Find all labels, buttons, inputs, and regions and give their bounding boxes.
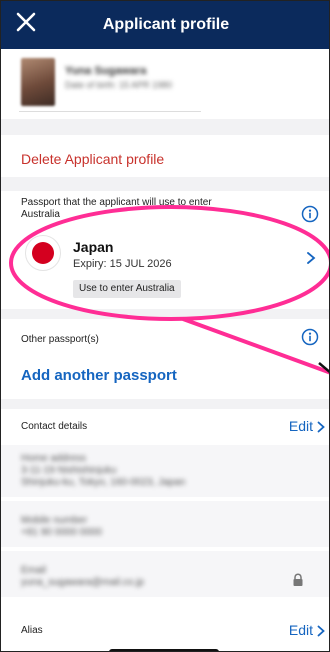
use-to-enter-badge: Use to enter Australia bbox=[73, 280, 181, 298]
address-label: Home address bbox=[21, 453, 87, 464]
flag-circle bbox=[32, 242, 54, 264]
other-passports-label: Other passport(s) bbox=[21, 334, 99, 345]
section-gap bbox=[1, 399, 329, 409]
profile-summary: Yuna Sugawara Date of birth: 15 APR 1980 bbox=[1, 49, 329, 119]
alias-edit-link[interactable]: Edit bbox=[289, 622, 313, 638]
mobile-block: Mobile number +81 90 0000 0000 bbox=[1, 501, 329, 547]
page-title: Applicant profile bbox=[102, 16, 230, 33]
chevron-right-icon[interactable] bbox=[305, 251, 317, 265]
top-bar: Applicant profile bbox=[1, 1, 329, 49]
alias-row: Alias Edit bbox=[1, 603, 329, 651]
address-line1: 3-11-19 Nishishinjuku bbox=[21, 465, 117, 476]
section-gap bbox=[1, 309, 329, 319]
contact-details-label: Contact details bbox=[21, 421, 88, 432]
address-block: Home address 3-11-19 Nishishinjuku Shinj… bbox=[1, 445, 329, 497]
primary-passport-label: Passport that the applicant will use to … bbox=[21, 197, 212, 220]
applicant-dob: Date of birth: 15 APR 1980 bbox=[65, 80, 173, 90]
japan-flag-icon bbox=[25, 235, 61, 271]
passport-country[interactable]: Japan bbox=[73, 239, 113, 255]
section-gap bbox=[1, 177, 329, 191]
section-gap bbox=[1, 119, 329, 135]
info-icon[interactable] bbox=[301, 205, 319, 223]
info-icon[interactable] bbox=[301, 328, 319, 346]
avatar bbox=[21, 58, 55, 106]
applicant-profile-screen: Applicant profile Yuna Sugawara Date of … bbox=[0, 0, 330, 652]
chevron-right-icon[interactable] bbox=[317, 421, 325, 433]
primary-passport-section: Passport that the applicant will use to … bbox=[1, 191, 329, 309]
delete-profile-link[interactable]: Delete Applicant profile bbox=[21, 151, 164, 167]
email-block: Email yuna_sugawara@mail.co.jp bbox=[1, 551, 329, 597]
mobile-value: +81 90 0000 0000 bbox=[21, 527, 102, 538]
other-passports-section: Other passport(s) Add another passport bbox=[1, 319, 329, 399]
lock-icon bbox=[293, 573, 303, 586]
email-value: yuna_sugawara@mail.co.jp bbox=[21, 577, 144, 588]
divider bbox=[19, 111, 201, 112]
address-line2: Shinjuku-ku, Tokyo, 160-0023, Japan bbox=[21, 477, 186, 488]
contact-details-header: Contact details Edit bbox=[1, 409, 329, 443]
alias-label: Alias bbox=[21, 625, 43, 636]
email-label: Email bbox=[21, 565, 47, 576]
mobile-label: Mobile number bbox=[21, 515, 88, 526]
contact-edit-link[interactable]: Edit bbox=[289, 418, 313, 434]
add-passport-link[interactable]: Add another passport bbox=[21, 367, 177, 384]
passport-expiry: Expiry: 15 JUL 2026 bbox=[73, 258, 172, 270]
chevron-right-icon[interactable] bbox=[317, 625, 325, 637]
delete-profile-row[interactable]: Delete Applicant profile bbox=[1, 135, 329, 177]
applicant-name: Yuna Sugawara bbox=[65, 65, 147, 77]
